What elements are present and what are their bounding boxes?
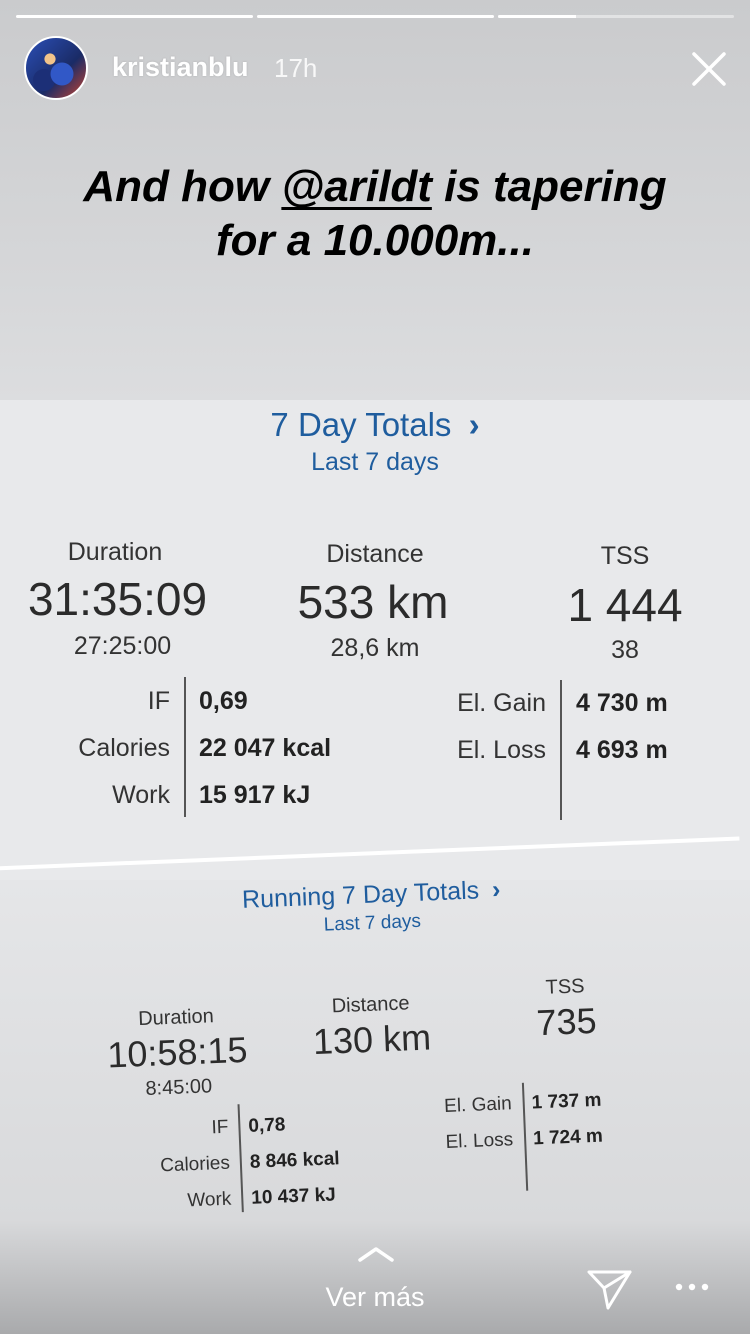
paper-plane-icon — [587, 1270, 632, 1310]
chevron-right-icon: › — [491, 875, 501, 904]
more-dots-icon — [675, 1283, 709, 1291]
el-gain-value: 1 737 m — [531, 1089, 602, 1114]
calories-label: Calories — [78, 734, 170, 762]
close-button[interactable] — [686, 46, 732, 92]
story-caption: And how @arildt is tapering for a 10.000… — [60, 160, 690, 268]
timestamp: 17h — [274, 53, 318, 83]
tss-value: 735 — [535, 999, 598, 1044]
column-divider — [560, 680, 562, 820]
distance-label: Distance — [326, 540, 424, 568]
el-gain-label: El. Gain — [443, 1093, 513, 1117]
chevron-up-icon — [358, 1247, 394, 1262]
story-progress-bar — [16, 15, 253, 18]
caption-mention[interactable]: @arildt — [281, 162, 431, 211]
story-progress-bar — [257, 15, 494, 18]
section-title-label: Running 7 Day Totals — [241, 876, 480, 914]
tss-label: TSS — [545, 975, 585, 999]
calories-label: Calories — [159, 1152, 231, 1177]
el-gain-value: 4 730 m — [576, 689, 668, 717]
work-label: Work — [186, 1188, 232, 1212]
distance-sub: 28,6 km — [330, 634, 420, 662]
if-value: 0,78 — [247, 1114, 286, 1137]
avatar[interactable] — [24, 36, 88, 100]
tss-value: 1 444 — [567, 579, 683, 631]
distance-value: 533 km — [297, 576, 449, 628]
column-divider — [521, 1082, 529, 1191]
if-label: IF — [147, 687, 170, 715]
see-more-link[interactable]: Ver más — [0, 1282, 750, 1313]
el-loss-label: El. Loss — [445, 1129, 514, 1153]
calories-value: 8 846 kcal — [249, 1148, 341, 1173]
el-gain-label: El. Gain — [457, 689, 546, 717]
story-progress-fill — [16, 15, 253, 18]
el-loss-label: El. Loss — [457, 736, 546, 764]
work-value: 15 917 kJ — [199, 781, 311, 809]
duration-value: 10:58:15 — [106, 1028, 249, 1076]
el-loss-value: 1 724 m — [532, 1125, 604, 1150]
duration-sub: 8:45:00 — [145, 1075, 213, 1100]
story-progress-fill — [498, 15, 576, 18]
story-progress-bar — [498, 15, 734, 18]
el-loss-value: 4 693 m — [576, 736, 668, 764]
distance-label: Distance — [331, 992, 410, 1018]
section-title-label: 7 Day Totals — [270, 406, 452, 443]
calories-value: 22 047 kcal — [199, 734, 332, 762]
duration-label: Duration — [67, 538, 163, 566]
column-divider — [184, 677, 186, 817]
tss-sub: 38 — [611, 636, 639, 664]
work-value: 10 437 kJ — [250, 1184, 337, 1209]
swipe-up-button[interactable] — [356, 1244, 396, 1264]
section-title[interactable]: 7 Day Totals › — [0, 406, 750, 444]
send-button[interactable] — [586, 1266, 634, 1312]
duration-value: 31:35:09 — [27, 573, 208, 625]
tss-label: TSS — [600, 542, 650, 570]
duration-sub: 27:25:00 — [73, 632, 172, 660]
running-totals-panel: Running 7 Day Totals › Last 7 days Durat… — [90, 848, 664, 1220]
section-subtitle: Last 7 days — [311, 448, 439, 476]
distance-value: 130 km — [312, 1016, 432, 1063]
chevron-right-icon: › — [468, 406, 480, 443]
caption-text: And how — [83, 162, 282, 211]
more-options-button[interactable] — [672, 1280, 712, 1292]
close-icon — [692, 52, 726, 86]
column-divider — [237, 1104, 244, 1213]
if-label: IF — [211, 1116, 229, 1139]
username[interactable]: kristianblu — [112, 52, 249, 83]
if-value: 0,69 — [199, 687, 248, 715]
story-progress-fill — [257, 15, 494, 18]
work-label: Work — [112, 781, 170, 809]
